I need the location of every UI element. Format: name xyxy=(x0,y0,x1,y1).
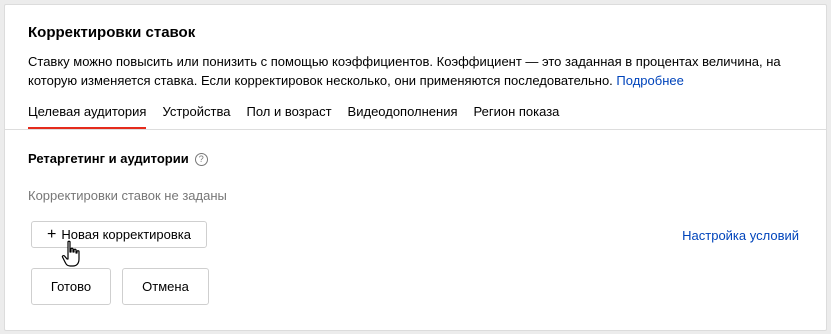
panel-title: Корректировки ставок xyxy=(28,24,196,41)
tab-target-audience[interactable]: Целевая аудитория xyxy=(28,104,147,129)
tabs-divider xyxy=(4,129,827,130)
question-circle-icon[interactable]: ? xyxy=(194,152,208,166)
section-title-text: Ретаргетинг и аудитории xyxy=(28,151,189,166)
tab-region[interactable]: Регион показа xyxy=(474,104,560,128)
tab-video-extensions[interactable]: Видеодополнения xyxy=(348,104,458,128)
empty-state-text: Корректировки ставок не заданы xyxy=(28,188,227,203)
condition-settings-link[interactable]: Настройка условий xyxy=(682,228,799,244)
tab-devices[interactable]: Устройства xyxy=(162,104,230,128)
tabs-bar: Целевая аудитория Устройства Пол и возра… xyxy=(28,104,575,129)
done-button[interactable]: Готово xyxy=(31,268,111,305)
section-title: Ретаргетинг и аудитории ? xyxy=(28,151,208,167)
plus-icon: + xyxy=(47,225,57,243)
new-adjustment-button[interactable]: + Новая корректировка xyxy=(31,221,207,248)
cancel-button[interactable]: Отмена xyxy=(122,268,209,305)
more-link[interactable]: Подробнее xyxy=(616,73,683,88)
hand-pointer-cursor-icon xyxy=(61,240,80,267)
tab-gender-age[interactable]: Пол и возраст xyxy=(246,104,331,128)
panel-description: Ставку можно повысить или понизить с пом… xyxy=(28,52,803,90)
